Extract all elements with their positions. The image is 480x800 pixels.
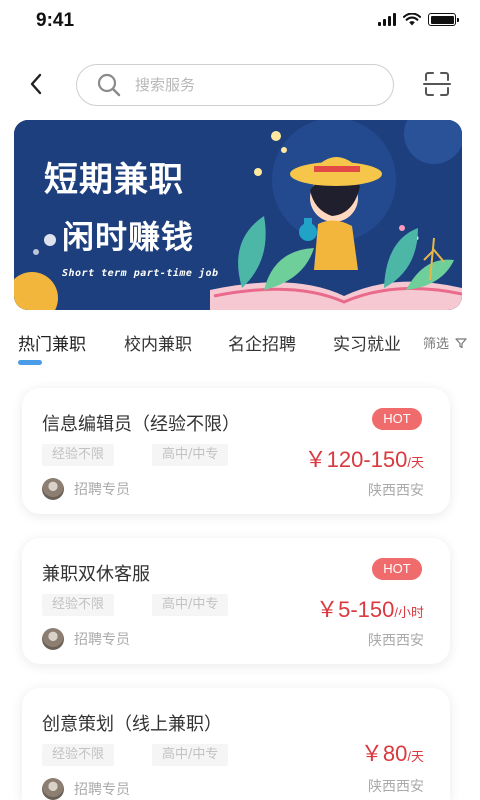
filter-button[interactable]: 筛选 [423, 333, 467, 352]
salary-unit: /天 [407, 455, 424, 470]
salary-unit: /天 [407, 749, 424, 764]
wifi-icon [403, 13, 421, 26]
job-location: 陕西西安 [368, 483, 424, 499]
search-input[interactable] [135, 76, 335, 94]
experience-tag: 经验不限 [42, 594, 115, 616]
hot-badge: HOT [372, 558, 422, 580]
recruiter: 招聘专员 [42, 628, 130, 650]
battery-icon [428, 13, 459, 26]
job-card[interactable]: 创意策划（线上兼职） 经验不限 高中/中专 ￥80/天 招聘专员 陕西西安 [22, 688, 450, 800]
recruiter: 招聘专员 [42, 478, 130, 500]
filter-icon [455, 337, 467, 348]
status-time: 9:41 [36, 10, 75, 31]
salary: ￥120-150/天 [305, 442, 424, 474]
header [0, 62, 480, 108]
education-tag: 高中/中专 [152, 444, 229, 466]
salary: ￥5-150/小时 [316, 592, 424, 624]
job-card[interactable]: 兼职双休客服 HOT 经验不限 高中/中专 ￥5-150/小时 招聘专员 陕西西… [22, 538, 450, 664]
recruiter: 招聘专员 [42, 778, 130, 800]
experience-tag: 经验不限 [42, 444, 115, 466]
salary: ￥80/天 [361, 736, 424, 768]
recruiter-name: 招聘专员 [74, 782, 130, 798]
banner-headline-2: 闲时赚钱 [62, 218, 195, 256]
avatar [42, 778, 64, 800]
experience-tag: 经验不限 [42, 744, 115, 766]
tab-hot-parttime[interactable]: 热门兼职 [18, 330, 86, 355]
salary-amount: ￥5-150 [316, 597, 395, 622]
salary-amount: ￥80 [360, 741, 408, 766]
salary-unit: /小时 [394, 605, 424, 620]
scan-icon [423, 72, 451, 96]
recruiter-name: 招聘专员 [74, 482, 130, 498]
search-bar[interactable] [76, 64, 394, 106]
banner-headline-1: 短期兼职 [44, 160, 184, 200]
education-tag: 高中/中专 [152, 744, 229, 766]
job-title: 信息编辑员（经验不限） [42, 414, 240, 435]
status-icons [378, 13, 459, 26]
category-tabs: 热门兼职 校内兼职 名企招聘 实习就业 筛选 [0, 322, 480, 368]
salary-amount: ￥120-150 [304, 447, 408, 472]
scan-button[interactable] [422, 69, 452, 99]
education-tag: 高中/中专 [152, 594, 229, 616]
signal-icon [378, 13, 396, 26]
job-title: 创意策划（线上兼职） [42, 714, 222, 735]
tab-company-recruitment[interactable]: 名企招聘 [228, 330, 296, 355]
status-bar: 9:41 [0, 0, 480, 44]
job-location: 陕西西安 [368, 633, 424, 649]
back-button[interactable] [22, 70, 50, 98]
hot-badge: HOT [372, 408, 422, 430]
chevron-left-icon [30, 73, 42, 95]
banner-subtitle: Short term part-time job [62, 268, 219, 279]
avatar [42, 478, 64, 500]
avatar [42, 628, 64, 650]
search-icon [97, 73, 121, 97]
tab-campus-parttime[interactable]: 校内兼职 [124, 330, 192, 355]
tab-internship[interactable]: 实习就业 [333, 330, 401, 355]
job-location: 陕西西安 [368, 779, 424, 795]
recruiter-name: 招聘专员 [74, 632, 130, 648]
job-title: 兼职双休客服 [42, 564, 150, 585]
active-tab-indicator [18, 360, 42, 365]
filter-label: 筛选 [423, 337, 450, 352]
job-card[interactable]: 信息编辑员（经验不限） HOT 经验不限 高中/中专 ￥120-150/天 招聘… [22, 388, 450, 514]
promo-banner[interactable]: 短期兼职 闲时赚钱 Short term part-time job [14, 120, 462, 310]
